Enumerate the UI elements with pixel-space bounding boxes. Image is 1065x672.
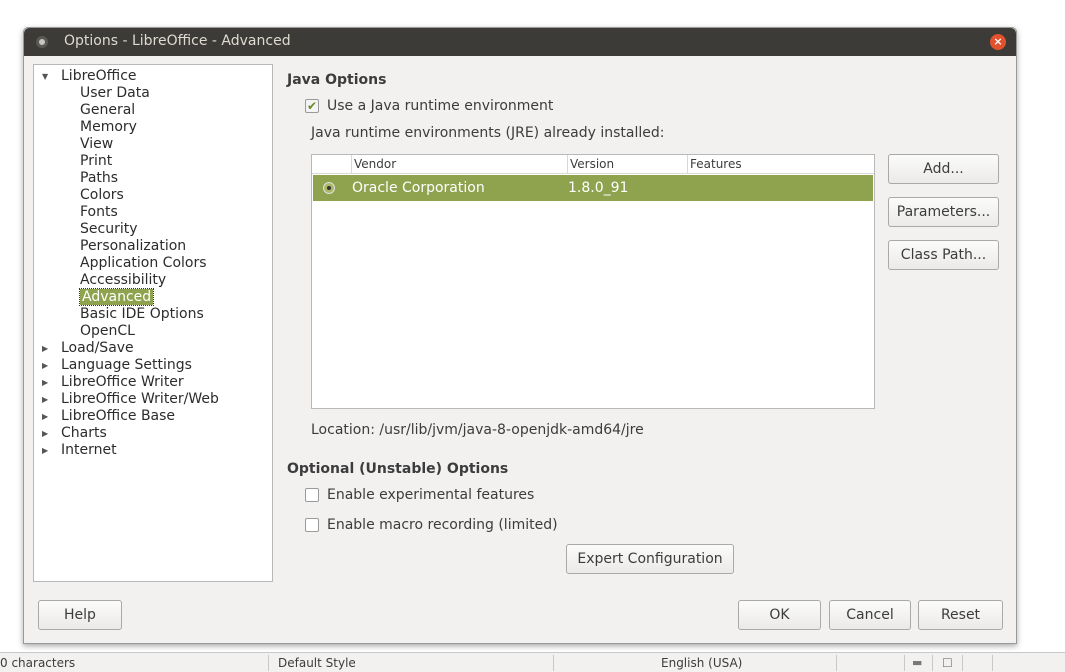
reset-button[interactable]: Reset bbox=[918, 600, 1003, 630]
collapsed-arrow-icon[interactable]: ▶ bbox=[42, 425, 52, 442]
use-jre-label: Use a Java runtime environment bbox=[327, 98, 554, 114]
status-separator bbox=[932, 655, 933, 671]
help-button[interactable]: Help bbox=[38, 600, 122, 630]
collapsed-arrow-icon[interactable]: ▶ bbox=[42, 408, 52, 425]
column-features[interactable]: Features bbox=[687, 155, 873, 174]
collapsed-arrow-icon[interactable]: ▶ bbox=[42, 374, 52, 391]
tree-item-advanced[interactable]: Advanced bbox=[78, 288, 155, 306]
macro-checkbox[interactable] bbox=[305, 518, 319, 532]
tree-node-libreoffice-base[interactable]: ▶ LibreOffice Base bbox=[34, 408, 272, 425]
use-jre-checkbox[interactable] bbox=[305, 97, 319, 115]
collapsed-arrow-icon[interactable]: ▶ bbox=[42, 442, 52, 459]
experimental-checkbox-row[interactable]: Enable experimental features bbox=[305, 486, 565, 504]
window-menu-icon[interactable] bbox=[36, 36, 48, 48]
status-page-style[interactable]: Default Style bbox=[278, 653, 356, 672]
parameters-button[interactable]: Parameters... bbox=[888, 197, 999, 227]
status-language[interactable]: English (USA) bbox=[661, 653, 742, 672]
tree-item-print[interactable]: Print bbox=[80, 153, 112, 170]
tree-item-security[interactable]: Security bbox=[80, 221, 138, 238]
selection-mode-icon[interactable]: ▬ bbox=[912, 653, 922, 672]
tree-node-load-save[interactable]: ▶ Load/Save bbox=[34, 340, 272, 357]
experimental-label: Enable experimental features bbox=[327, 487, 535, 503]
status-separator bbox=[836, 655, 837, 671]
status-char-count: 0 characters bbox=[0, 656, 76, 670]
tree-node-libreoffice-writer[interactable]: ▶ LibreOffice Writer bbox=[34, 374, 272, 391]
tree-item-memory[interactable]: Memory bbox=[80, 119, 137, 136]
column-version[interactable]: Version bbox=[567, 155, 687, 174]
use-jre-checkbox-row[interactable]: Use a Java runtime environment bbox=[305, 97, 565, 115]
tree-item-paths[interactable]: Paths bbox=[80, 170, 118, 187]
status-separator bbox=[268, 655, 269, 671]
tree-item-basic-ide-options[interactable]: Basic IDE Options bbox=[80, 306, 204, 323]
options-dialog: Options - LibreOffice - Advanced × ▼ Lib… bbox=[23, 27, 1017, 644]
class-path-button[interactable]: Class Path... bbox=[888, 240, 999, 270]
tree-item-application-colors[interactable]: Application Colors bbox=[80, 255, 207, 272]
tree-item-fonts[interactable]: Fonts bbox=[80, 204, 118, 221]
collapsed-arrow-icon[interactable]: ▶ bbox=[42, 340, 52, 357]
status-separator bbox=[992, 655, 993, 671]
tree-node-internet[interactable]: ▶ Internet bbox=[34, 442, 272, 459]
jre-radio[interactable] bbox=[323, 182, 335, 194]
cancel-button[interactable]: Cancel bbox=[829, 600, 911, 630]
jre-table[interactable]: Vendor Version Features Oracle Corporati… bbox=[311, 154, 875, 409]
jre-vendor: Oracle Corporation bbox=[352, 180, 485, 196]
tree-node-libreoffice-writer-web[interactable]: ▶ LibreOffice Writer/Web bbox=[34, 391, 272, 408]
tree-item-accessibility[interactable]: Accessibility bbox=[80, 272, 166, 289]
add-button[interactable]: Add... bbox=[888, 154, 999, 184]
tree-node-language-settings[interactable]: ▶ Language Settings bbox=[34, 357, 272, 374]
tree-item-user-data[interactable]: User Data bbox=[80, 85, 150, 102]
close-icon[interactable]: × bbox=[990, 34, 1006, 50]
tree-item-general[interactable]: General bbox=[80, 102, 135, 119]
table-row[interactable]: Oracle Corporation 1.8.0_91 bbox=[313, 175, 873, 201]
status-separator bbox=[553, 655, 554, 671]
collapsed-arrow-icon[interactable]: ▶ bbox=[42, 391, 52, 408]
status-separator bbox=[904, 655, 905, 671]
tree-item-colors[interactable]: Colors bbox=[80, 187, 124, 204]
status-bar: 0 characters Default Style English (USA)… bbox=[0, 652, 1065, 672]
java-options-title: Java Options bbox=[287, 72, 387, 88]
window-title: Options - LibreOffice - Advanced bbox=[64, 33, 291, 49]
expert-configuration-button[interactable]: Expert Configuration bbox=[566, 544, 734, 574]
optional-options-title: Optional (Unstable) Options bbox=[287, 461, 509, 477]
document-modified-icon[interactable]: ☐ bbox=[942, 653, 953, 672]
tree-item-opencl[interactable]: OpenCL bbox=[80, 323, 135, 340]
macro-label: Enable macro recording (limited) bbox=[327, 517, 558, 533]
options-tree[interactable]: ▼ LibreOffice User Data General Memory View… bbox=[33, 64, 273, 582]
tree-item-personalization[interactable]: Personalization bbox=[80, 238, 186, 255]
macro-checkbox-row[interactable]: Enable macro recording (limited) bbox=[305, 516, 585, 534]
jre-installed-label: Java runtime environments (JRE) already … bbox=[311, 125, 665, 141]
title-bar: Options - LibreOffice - Advanced × bbox=[24, 28, 1016, 56]
collapsed-arrow-icon[interactable]: ▶ bbox=[42, 357, 52, 374]
status-separator bbox=[962, 655, 963, 671]
tree-node-charts[interactable]: ▶ Charts bbox=[34, 425, 272, 442]
jre-location: Location: /usr/lib/jvm/java-8-openjdk-am… bbox=[311, 422, 644, 438]
ok-button[interactable]: OK bbox=[738, 600, 821, 630]
expanded-arrow-icon[interactable]: ▼ bbox=[42, 68, 52, 85]
column-vendor[interactable]: Vendor bbox=[351, 155, 567, 174]
jre-version: 1.8.0_91 bbox=[568, 180, 629, 196]
tree-item-view[interactable]: View bbox=[80, 136, 113, 153]
jre-table-header: Vendor Version Features bbox=[312, 155, 874, 174]
experimental-checkbox[interactable] bbox=[305, 488, 319, 502]
